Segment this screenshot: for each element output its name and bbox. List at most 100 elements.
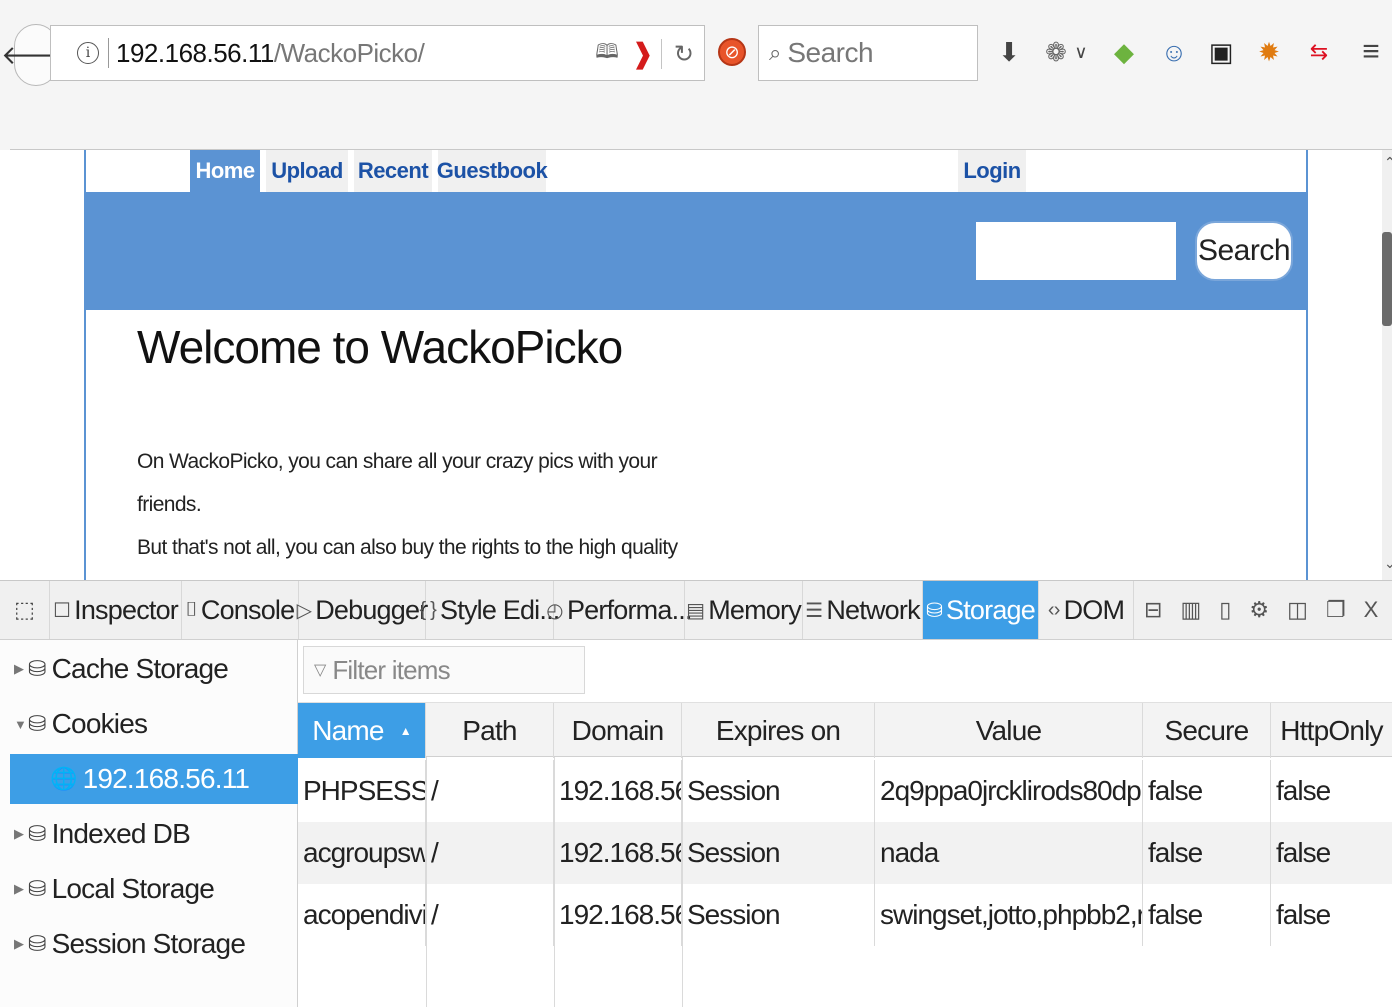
tree-local-storage[interactable]: ▶ ⛁ Local Storage <box>0 864 298 914</box>
cell-value: nada <box>875 822 1143 884</box>
column-value[interactable]: Value <box>875 703 1143 758</box>
tree-cache-storage[interactable]: ▶ ⛁ Cache Storage <box>0 644 298 694</box>
globe-icon: 🌐 <box>50 766 77 791</box>
reader-view-icon[interactable]: 🕮 <box>595 37 619 71</box>
nav-upload[interactable]: Upload <box>266 150 348 192</box>
page-scrollbar[interactable] <box>1382 150 1392 580</box>
tree-label: Local Storage <box>51 873 215 904</box>
site-search-button[interactable]: Search <box>1195 221 1293 281</box>
column-label: HttpOnly <box>1280 714 1383 746</box>
tree-session-storage[interactable]: ▶ ⛁ Session Storage <box>0 919 298 969</box>
tab-console-label: Console <box>200 594 295 625</box>
info-icon[interactable]: i <box>77 42 99 64</box>
tree-cookie-host[interactable]: 🌐 192.168.56.11 <box>10 754 298 804</box>
tree-indexed-db[interactable]: ▶ ⛁ Indexed DB <box>0 809 298 859</box>
column-secure[interactable]: Secure <box>1143 703 1271 758</box>
page-scrollbar-thumb[interactable] <box>1382 232 1392 326</box>
nav-home[interactable]: Home <box>190 150 260 192</box>
cell-value: 2q9ppa0jrcklirods80dp72u74 <box>875 760 1143 822</box>
scratchpad-icon[interactable]: ▥ <box>1180 597 1201 623</box>
table-row[interactable]: acgroupswit... / 192.168.56.... Session … <box>298 822 1392 884</box>
split-console-icon[interactable]: ⊟ <box>1144 597 1162 623</box>
column-httponly[interactable]: HttpOnly <box>1271 703 1392 758</box>
tab-memory[interactable]: ▤ Memory <box>685 581 803 639</box>
browser-search-placeholder: Search <box>787 37 874 68</box>
gear-icon[interactable]: ⚙ <box>1249 597 1269 623</box>
nav-recent[interactable]: Recent <box>354 150 432 192</box>
intro-line: But that's not all, you can also buy the… <box>137 536 678 559</box>
chevron-right-icon[interactable]: ▶ <box>0 661 24 677</box>
url-bar[interactable]: i 192.168.56.11/WackoPicko/ 🕮 ❱ ↻ <box>50 25 705 81</box>
scroll-up-icon[interactable]: ⌃ <box>1384 154 1392 171</box>
site-search-input[interactable] <box>976 222 1176 280</box>
orange-extension-icon[interactable]: ✹ <box>1255 30 1283 74</box>
url-separator <box>108 38 109 68</box>
tab-dom-label: DOM <box>1063 594 1125 625</box>
tree-cookies[interactable]: ▼ ⛁ Cookies <box>0 699 298 749</box>
chevron-right-icon[interactable]: ▶ <box>0 881 24 897</box>
column-name[interactable]: Name ▲ <box>298 703 426 758</box>
tab-debugger[interactable]: ▷ Debugger <box>296 581 428 639</box>
tab-performance-label: Performa... <box>566 594 693 625</box>
devtools-toolbar: ⬚ ☐ Inspector ⌷ Console ▷ Debugger { } Style… <box>0 580 1392 640</box>
table-header: Name ▲ Path Domain Expires on Value Secur… <box>298 702 1392 758</box>
column-divider <box>426 757 427 1007</box>
user-extension-icon[interactable]: ☺ <box>1160 30 1188 74</box>
element-picker-icon[interactable]: ⬚ <box>0 581 50 639</box>
tab-network-label: Network <box>826 594 920 625</box>
tab-console[interactable]: ⌷ Console <box>182 581 299 639</box>
browser-search-bar[interactable]: ⌕ Search <box>758 25 978 81</box>
tab-inspector[interactable]: ☐ Inspector <box>50 581 182 639</box>
green-extension-icon[interactable]: ◆ <box>1110 30 1138 74</box>
intro-line: version of someone's pictures. WackoPick… <box>137 569 697 580</box>
tab-style-editor[interactable]: { } Style Edi... <box>420 581 560 639</box>
tab-performance[interactable]: ◴ Performa... <box>546 581 693 639</box>
url-text[interactable]: 192.168.56.11/WackoPicko/ <box>116 37 425 69</box>
intro-line: On WackoPicko, you can share all your cr… <box>137 450 658 516</box>
tab-debugger-label: Debugger <box>315 594 428 625</box>
chevron-down-icon[interactable]: ∨ <box>1072 30 1090 74</box>
dock-side-icon[interactable]: ◫ <box>1287 597 1308 623</box>
table-row[interactable]: acopendivids / 192.168.56.... Session sw… <box>298 884 1392 946</box>
filter-input[interactable]: ▽ Filter items <box>303 646 585 694</box>
search-icon: ⌕ <box>769 40 782 65</box>
download-icon[interactable]: ⬇ <box>995 30 1023 74</box>
cell-expires: Session <box>682 822 875 884</box>
tree-label: Session Storage <box>51 928 246 959</box>
nav-login[interactable]: Login <box>958 150 1026 192</box>
column-expires[interactable]: Expires on <box>682 703 875 758</box>
reload-icon[interactable]: ↻ <box>674 40 694 69</box>
close-icon[interactable]: X <box>1364 597 1379 623</box>
responsive-mode-icon[interactable]: ▯ <box>1219 597 1231 623</box>
tab-memory-label: Memory <box>708 594 802 625</box>
column-path[interactable]: Path <box>426 703 554 758</box>
storage-table-panel: ▽ Filter items Name ▲ Path Domain Expires… <box>298 640 1392 1007</box>
cell-path: / <box>426 884 554 946</box>
chevron-down-icon[interactable]: ▼ <box>0 717 27 732</box>
noscript-icon[interactable]: ⊘ <box>718 38 746 66</box>
url-icons-separator <box>660 39 662 69</box>
column-label: Value <box>975 714 1042 746</box>
table-row[interactable]: PHPSESSID / 192.168.56.... Session 2q9pp… <box>298 760 1392 822</box>
cell-expires: Session <box>682 884 875 946</box>
performance-icon: ◴ <box>546 599 563 622</box>
chevron-right-icon[interactable]: ▶ <box>0 936 24 952</box>
nav-guestbook[interactable]: Guestbook <box>437 150 548 192</box>
chevron-right-icon[interactable]: ▶ <box>0 826 24 842</box>
hamburger-menu-icon[interactable]: ≡ <box>1357 30 1385 74</box>
scroll-down-icon[interactable]: ⌄ <box>1384 555 1392 572</box>
ghost-extension-icon[interactable]: ▣ <box>1207 30 1235 74</box>
cookie-icon[interactable]: ❁ <box>1042 30 1070 74</box>
undock-icon[interactable]: ❐ <box>1326 597 1346 623</box>
page-viewport: Home Upload Recent Guestbook Login Searc… <box>10 150 1392 580</box>
tab-storage[interactable]: ⛁ Storage <box>923 581 1039 639</box>
storage-tree: ▶ ⛁ Cache Storage ▼ ⛁ Cookies 🌐 192.168.56.11… <box>0 640 298 1007</box>
column-domain[interactable]: Domain <box>554 703 682 758</box>
tab-dom[interactable]: ‹› DOM <box>1039 581 1134 639</box>
cell-domain: 192.168.56.... <box>554 884 682 946</box>
debugger-icon: ▷ <box>296 599 312 622</box>
swap-arrows-icon[interactable]: ⇆ <box>1305 30 1333 74</box>
url-path: /WackoPicko/ <box>273 37 425 68</box>
tab-network[interactable]: ☰ Network <box>803 581 923 639</box>
red-extension-icon[interactable]: ❱ <box>631 39 654 69</box>
